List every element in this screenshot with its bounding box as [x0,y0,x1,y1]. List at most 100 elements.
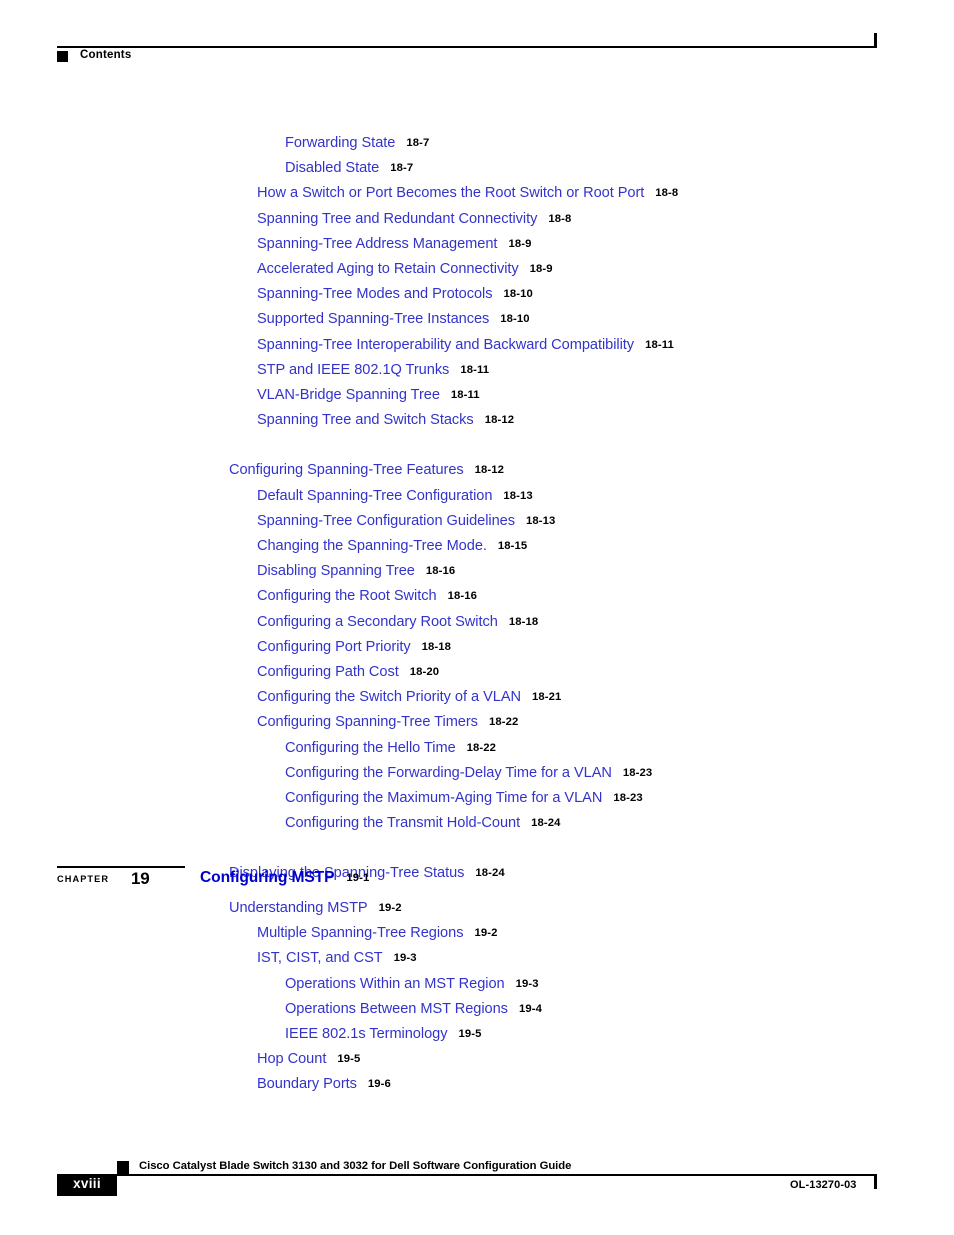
toc-entry-title: Configuring the Root Switch [257,588,437,605]
chapter-number: 19 [131,869,150,888]
toc-entry[interactable]: IEEE 802.1s Terminology 19-5 [0,1022,954,1047]
toc-entry[interactable]: Spanning-Tree Address Management 18-9 [0,232,954,257]
toc-entry-title: How a Switch or Port Becomes the Root Sw… [257,185,645,202]
footer-rule-end-tick [874,1174,877,1189]
toc-entry-title: STP and IEEE 802.1Q Trunks [257,361,450,378]
toc-entry[interactable]: Configuring the Maximum-Aging Time for a… [0,786,954,811]
toc-entry[interactable]: Configuring Path Cost 18-20 [0,660,954,685]
toc-entry[interactable]: Configuring the Switch Priority of a VLA… [0,685,954,710]
toc-entry-title: Spanning Tree and Redundant Connectivity [257,210,538,227]
toc-entry-page: 18-13 [525,514,556,527]
toc-entry[interactable]: Disabling Spanning Tree 18-16 [0,559,954,584]
header-rule-end-tick [874,33,877,48]
toc-entry-title: Spanning Tree and Switch Stacks [257,412,474,429]
toc-entry[interactable]: Understanding MSTP 19-2 [0,896,954,921]
toc-entry-page: 19-6 [367,1078,391,1091]
toc-entry[interactable]: Configuring a Secondary Root Switch 18-18 [0,610,954,635]
toc-entry[interactable]: Configuring Spanning-Tree Timers 18-22 [0,710,954,735]
toc-entry-page: 18-16 [447,590,477,603]
toc-entry-page: 18-8 [655,187,679,200]
chapter-title-text: Configuring MSTP [200,869,335,886]
toc-entry-title: Disabled State [285,160,380,177]
toc-entry-title: Configuring Spanning-Tree Timers [257,714,478,731]
toc-entry-page: 19-3 [393,952,417,965]
toc-entry-page: 18-11 [645,338,674,351]
toc-entry[interactable]: Spanning-Tree Configuration Guidelines 18… [0,509,954,534]
toc-entry[interactable]: Spanning Tree and Redundant Connectivity… [0,207,954,232]
toc-entry[interactable]: Configuring Spanning-Tree Features 18-12 [0,458,954,483]
toc-entry[interactable]: Hop Count 19-5 [0,1047,954,1072]
toc-entry[interactable]: Spanning Tree and Switch Stacks 18-12 [0,408,954,433]
toc-entry-page: 18-11 [460,363,490,376]
toc-entry[interactable]: Default Spanning-Tree Configuration 18-13 [0,484,954,509]
toc-entry-title: Configuring the Forwarding-Delay Time fo… [285,764,612,781]
toc-entry[interactable]: Operations Within an MST Region 19-3 [0,972,954,997]
toc-entry[interactable]: Accelerated Aging to Retain Connectivity… [0,257,954,282]
toc-entry-title: Operations Between MST Regions [285,1000,508,1017]
toc-entry-title: Spanning-Tree Modes and Protocols [257,286,493,303]
toc-entry[interactable]: STP and IEEE 802.1Q Trunks 18-11 [0,358,954,383]
black-square-bullet-icon [57,51,68,62]
toc-entry-page: 18-10 [503,288,533,301]
toc-entry[interactable]: Configuring Port Priority 18-18 [0,635,954,660]
toc-entry[interactable]: Disabled State 18-7 [0,156,954,181]
toc-entry-page: 18-12 [474,464,505,477]
toc-entry-page: 18-23 [622,766,653,779]
toc-entry-page: 18-13 [503,489,533,502]
toc-entry-page: 18-15 [497,540,528,552]
toc-entry-page: 18-7 [406,137,430,149]
toc-entry-page: 18-18 [421,640,452,653]
toc-entry[interactable]: Configuring the Hello Time 18-22 [0,736,954,761]
toc-entry[interactable]: IST, CIST, and CST 19-3 [0,946,954,971]
toc-entry-page: 19-5 [337,1053,361,1066]
toc-entry-title: Configuring a Secondary Root Switch [257,613,498,630]
toc-entry[interactable]: Configuring the Forwarding-Delay Time fo… [0,761,954,786]
toc-entry[interactable]: Configuring the Transmit Hold-Count 18-24 [0,811,954,836]
footer-document-id: OL-13270-03 [790,1179,857,1191]
toc-entry-title: Boundary Ports [257,1076,357,1093]
toc-entry-title: Spanning-Tree Address Management [257,235,498,252]
toc-entry[interactable]: Boundary Ports 19-6 [0,1072,954,1097]
toc-entry[interactable]: Forwarding State 18-7 [0,131,954,156]
page-header: Contents [0,0,954,70]
toc-entry[interactable]: Spanning-Tree Interoperability and Backw… [0,333,954,358]
toc-entry-page: 18-12 [484,414,515,427]
toc-entry-title: Understanding MSTP [229,900,368,916]
toc-entry[interactable]: Operations Between MST Regions 19-4 [0,997,954,1022]
toc-entry-title: Configuring Spanning-Tree Features [229,462,464,479]
toc-entry[interactable]: Changing the Spanning-Tree Mode. 18-15 [0,534,954,559]
chapter-title-link[interactable]: Configuring MSTP 19-1 [200,869,369,887]
toc-entry-title: IEEE 802.1s Terminology [285,1025,448,1042]
header-section-label: Contents [80,49,132,61]
toc-entry-title: Hop Count [257,1051,327,1068]
toc-entry-title: Configuring the Transmit Hold-Count [285,815,521,832]
chapter-toc-list: Understanding MSTP 19-2 Multiple Spanning-… [0,896,954,1098]
toc-entry[interactable]: Multiple Spanning-Tree Regions 19-2 [0,921,954,946]
toc-entry-title: Configuring the Maximum-Aging Time for a… [285,789,603,806]
footer-document-title: Cisco Catalyst Blade Switch 3130 and 303… [139,1160,572,1172]
toc-entry-title: Operations Within an MST Region [285,975,505,992]
toc-entry-page: 18-21 [532,691,562,704]
document-page: Contents Forwarding State 18-7 Disabled St… [0,0,954,1235]
toc-entry-page: 18-10 [500,313,530,326]
chapter-word-label: CHAPTER [57,874,110,884]
toc-spacer [0,433,954,458]
black-square-marker-icon [117,1161,129,1174]
chapter-rule [57,866,185,868]
toc-entry-title: Configuring the Switch Priority of a VLA… [257,689,522,706]
toc-entry[interactable]: VLAN-Bridge Spanning Tree 18-11 [0,383,954,408]
toc-entry-page: 19-2 [378,902,402,914]
toc-entry-title: Multiple Spanning-Tree Regions [257,925,464,942]
header-divider-rule [57,46,877,48]
toc-entry-page: 18-23 [613,791,643,804]
toc-entry[interactable]: Supported Spanning-Tree Instances 18-10 [0,307,954,332]
toc-entry[interactable]: Configuring the Root Switch 18-16 [0,584,954,609]
toc-entry[interactable]: How a Switch or Port Becomes the Root Sw… [0,181,954,206]
toc-entry-title: Changing the Spanning-Tree Mode. [257,538,487,554]
footer-divider-rule [117,1174,877,1176]
toc-entry-page: 18-24 [531,817,561,830]
toc-entry-page: 18-9 [508,237,532,250]
toc-entry-page: 18-22 [488,716,519,729]
toc-entry[interactable]: Spanning-Tree Modes and Protocols 18-10 [0,282,954,307]
toc-entry-page: 19-4 [518,1002,542,1015]
